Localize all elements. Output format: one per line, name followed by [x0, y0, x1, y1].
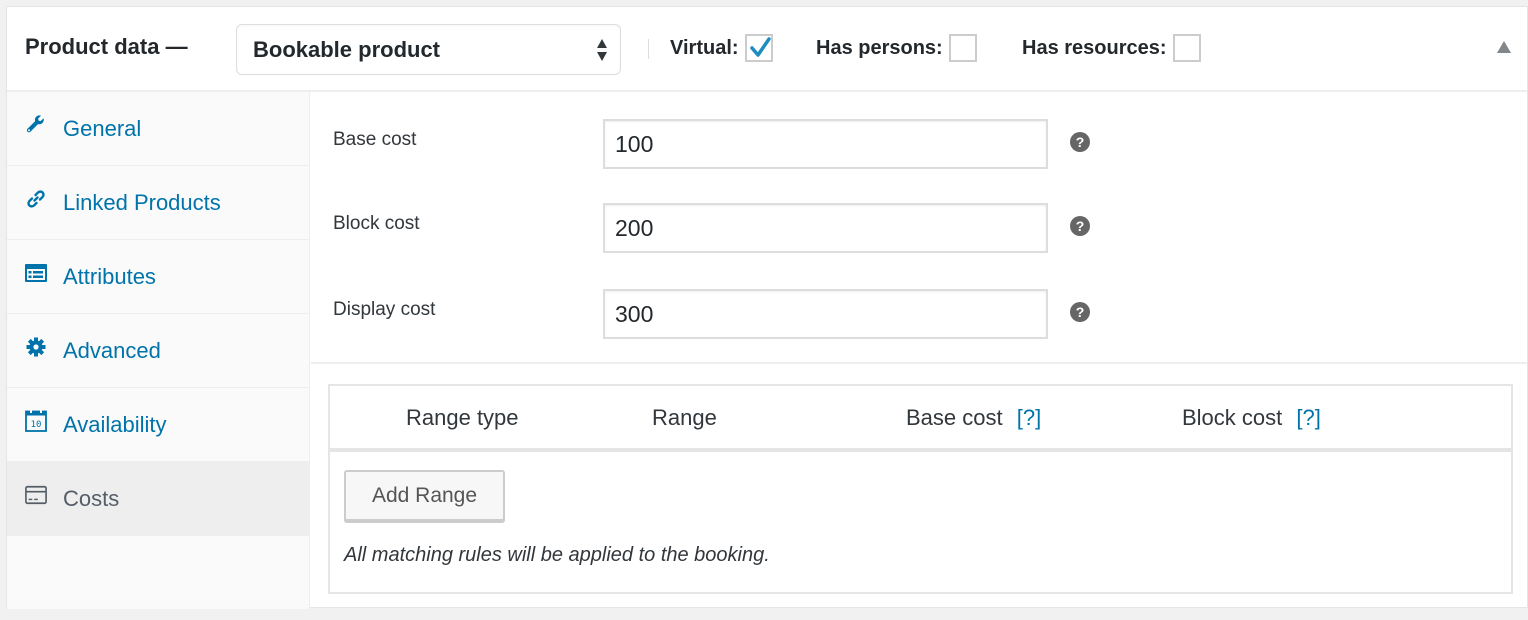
has-resources-checkbox[interactable] — [1172, 34, 1201, 62]
tab-advanced-label: Advanced — [63, 337, 161, 363]
costs-panel: Base cost ? Block cost ? Display cost ? … — [311, 92, 1527, 609]
has-persons-option: Has persons: — [816, 34, 977, 62]
panel-header: Product data — Bookable product Virtual:… — [7, 7, 1527, 92]
product-data-panel: Product data — Bookable product Virtual:… — [6, 6, 1528, 609]
tab-advanced[interactable]: Advanced — [7, 314, 309, 388]
column-label: Base cost — [906, 405, 1003, 430]
table-header: Range type Range Base cost [?] Block cos… — [330, 386, 1511, 452]
tab-costs[interactable]: Costs — [7, 462, 309, 536]
block-cost-input[interactable] — [603, 203, 1048, 253]
column-label: Block cost — [1182, 405, 1283, 430]
tab-linked-products[interactable]: Linked Products — [7, 166, 309, 240]
display-cost-label: Display cost — [333, 299, 436, 320]
tab-attributes-label: Attributes — [63, 263, 156, 289]
base-cost-row: Base cost ? — [311, 119, 1527, 171]
select-arrows-icon — [597, 39, 607, 61]
add-range-button[interactable]: Add Range — [344, 470, 505, 521]
virtual-label: Virtual: — [670, 36, 739, 59]
has-persons-label: Has persons: — [816, 36, 943, 59]
virtual-option: Virtual: — [670, 34, 773, 62]
help-icon[interactable]: ? — [1070, 216, 1090, 236]
list-icon — [25, 262, 47, 284]
virtual-checkbox[interactable] — [744, 34, 773, 62]
column-base-cost: Base cost [?] — [906, 405, 1041, 431]
block-cost-label: Block cost — [333, 213, 420, 234]
tab-costs-label: Costs — [63, 485, 120, 511]
display-cost-input[interactable] — [603, 289, 1048, 339]
tab-general[interactable]: General — [7, 92, 309, 166]
link-icon — [25, 188, 47, 210]
has-resources-option: Has resources: — [1022, 34, 1201, 62]
display-cost-row: Display cost ? — [311, 289, 1527, 341]
calendar-icon: 10 — [25, 409, 47, 432]
block-cost-row: Block cost ? — [311, 203, 1527, 255]
base-cost-help-link[interactable]: [?] — [1017, 405, 1041, 430]
tab-availability-label: Availability — [63, 411, 167, 437]
gear-icon — [25, 336, 47, 358]
section-divider — [311, 362, 1527, 364]
tab-general-label: General — [63, 115, 142, 141]
svg-text:10: 10 — [31, 420, 42, 430]
checkmark-icon — [749, 37, 771, 57]
header-separator — [648, 39, 649, 59]
panel-title: Product data — — [25, 34, 188, 59]
product-type-value: Bookable product — [253, 36, 441, 62]
collapse-toggle-icon[interactable] — [1497, 41, 1511, 53]
tab-linked-products-label: Linked Products — [63, 189, 221, 215]
column-range: Range — [652, 405, 717, 431]
base-cost-label: Base cost — [333, 129, 417, 150]
wrench-icon — [25, 114, 47, 136]
card-icon — [25, 484, 47, 506]
has-persons-checkbox[interactable] — [948, 34, 977, 62]
tab-availability[interactable]: 10 Availability — [7, 388, 309, 462]
product-data-tabs: General Linked Products Attributes Advan… — [7, 92, 310, 609]
tab-attributes[interactable]: Attributes — [7, 240, 309, 314]
has-resources-label: Has resources: — [1022, 36, 1167, 59]
column-block-cost: Block cost [?] — [1182, 405, 1321, 431]
help-icon[interactable]: ? — [1070, 302, 1090, 322]
column-label: Range — [652, 405, 717, 430]
help-icon[interactable]: ? — [1070, 132, 1090, 152]
base-cost-input[interactable] — [603, 119, 1048, 169]
rules-note: All matching rules will be applied to th… — [344, 544, 770, 566]
column-range-type: Range type — [406, 405, 519, 431]
product-type-select[interactable]: Bookable product — [236, 24, 621, 75]
column-label: Range type — [406, 405, 519, 430]
block-cost-help-link[interactable]: [?] — [1296, 405, 1320, 430]
cost-ranges-table: Range type Range Base cost [?] Block cos… — [328, 384, 1513, 594]
